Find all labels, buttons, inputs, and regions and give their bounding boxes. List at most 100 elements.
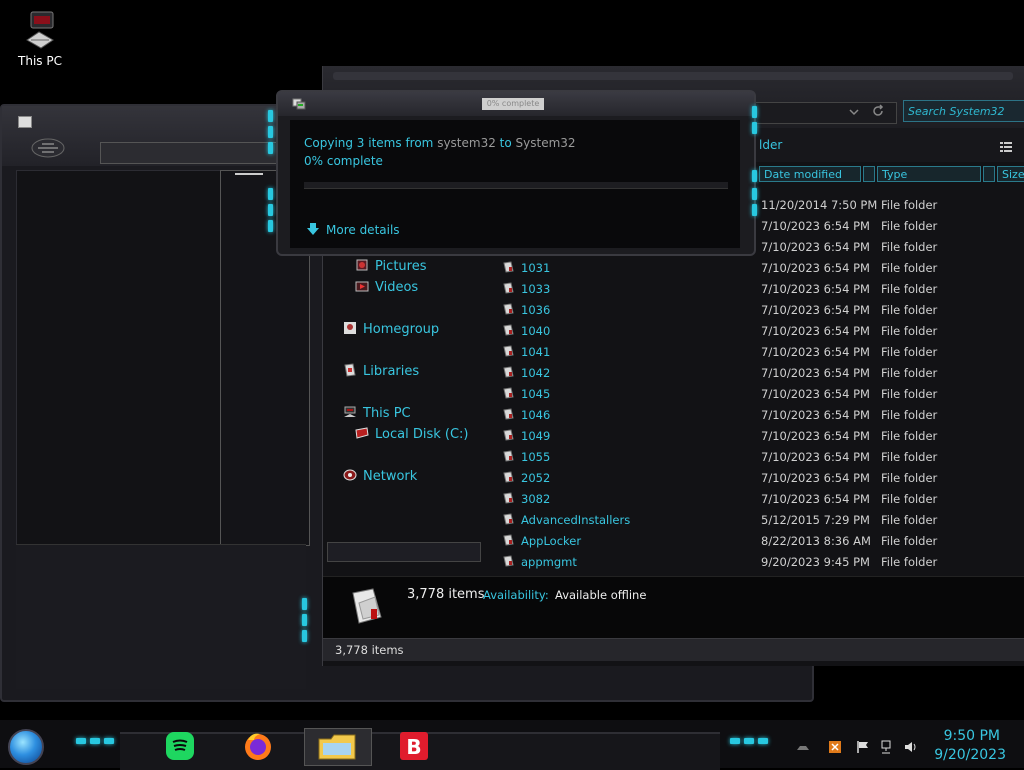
column-divider[interactable]: [983, 166, 995, 182]
desktop-icon-this-pc[interactable]: This PC: [12, 10, 68, 68]
file-name: 1042: [521, 366, 551, 380]
firefox-icon[interactable]: [242, 730, 274, 762]
background-address-bar[interactable]: [100, 142, 292, 164]
file-row[interactable]: appmgmt 9/20/2023 9:45 PM File folder: [483, 551, 1024, 572]
nav-item-this-pc[interactable]: This PC: [343, 405, 411, 421]
file-type: File folder: [881, 219, 938, 233]
videos-icon: [355, 279, 369, 293]
column-divider[interactable]: [863, 166, 875, 182]
nav-item-homegroup[interactable]: Homegroup: [343, 321, 439, 337]
folder-icon: [503, 555, 514, 567]
computer-icon: [23, 10, 57, 50]
folder-icon: [503, 429, 514, 441]
file-name: AdvancedInstallers: [521, 513, 631, 527]
pictures-icon: [355, 258, 369, 272]
taskbar: [0, 720, 1024, 770]
nav-item-pictures[interactable]: Pictures: [355, 258, 426, 274]
volume-icon[interactable]: [904, 740, 918, 754]
folder-icon: [503, 492, 514, 504]
file-type: File folder: [881, 492, 938, 506]
column-header-date-modified[interactable]: Date modified: [759, 166, 861, 182]
column-header-size[interactable]: Size: [997, 166, 1024, 182]
background-navigation-pane: [16, 170, 222, 546]
background-details-pane: [16, 544, 306, 689]
file-name: appmgmt: [521, 555, 577, 569]
file-row[interactable]: 3082 7/10/2023 6:54 PM File folder: [483, 488, 1024, 509]
details-pane: 3,778 items Availability: Available offl…: [323, 576, 1024, 639]
file-row[interactable]: 1041 7/10/2023 6:54 PM File folder: [483, 341, 1024, 362]
clock-date[interactable]: 9/20/2023: [934, 747, 1006, 763]
chevron-down-icon[interactable]: [849, 106, 859, 116]
folder-icon: [317, 733, 357, 764]
file-type: File folder: [881, 240, 938, 254]
file-date-modified: 7/10/2023 6:54 PM: [761, 282, 870, 296]
file-date-modified: 7/10/2023 6:54 PM: [761, 261, 870, 275]
file-row[interactable]: AppLocker 8/22/2013 8:36 AM File folder: [483, 530, 1024, 551]
file-row[interactable]: 1033 7/10/2023 6:54 PM File folder: [483, 278, 1024, 299]
column-header-type[interactable]: Type: [877, 166, 981, 182]
search-input[interactable]: Search System32: [903, 100, 1024, 122]
file-name: 1031: [521, 261, 551, 275]
homegroup-icon: [343, 321, 357, 335]
network-drive-icon[interactable]: [796, 740, 810, 754]
file-name: 1040: [521, 324, 551, 338]
refresh-icon[interactable]: [871, 104, 885, 118]
file-row[interactable]: 1036 7/10/2023 6:54 PM File folder: [483, 299, 1024, 320]
file-row[interactable]: 1046 7/10/2023 6:54 PM File folder: [483, 404, 1024, 425]
file-row[interactable]: 1049 7/10/2023 6:54 PM File folder: [483, 425, 1024, 446]
file-date-modified: 7/10/2023 6:54 PM: [761, 492, 870, 506]
file-row[interactable]: 1055 7/10/2023 6:54 PM File folder: [483, 446, 1024, 467]
nav-item-libraries[interactable]: Libraries: [343, 363, 419, 379]
file-row[interactable]: 1031 7/10/2023 6:54 PM File folder: [483, 257, 1024, 278]
file-type: File folder: [881, 408, 938, 422]
file-date-modified: 7/10/2023 6:54 PM: [761, 219, 870, 233]
file-row[interactable]: 1045 7/10/2023 6:54 PM File folder: [483, 383, 1024, 404]
file-row[interactable]: 1040 7/10/2023 6:54 PM File folder: [483, 320, 1024, 341]
file-type: File folder: [881, 429, 938, 443]
copy-progress-dialog[interactable]: 0% complete Copying 3 items from system3…: [268, 90, 757, 256]
nav-selection-highlight: [327, 542, 481, 562]
copy-source-link[interactable]: system32: [437, 136, 496, 150]
folder-icon: [503, 324, 514, 336]
spotify-icon[interactable]: [164, 730, 196, 762]
file-type: File folder: [881, 513, 938, 527]
view-options-icon[interactable]: [999, 140, 1013, 154]
clock-time[interactable]: 9:50 PM: [944, 728, 1000, 744]
file-date-modified: 7/10/2023 6:54 PM: [761, 366, 870, 380]
folder-icon: [503, 387, 514, 399]
file-name: 1055: [521, 450, 551, 464]
file-name: 1049: [521, 429, 551, 443]
availability-label: Availability:: [483, 588, 549, 602]
new-folder-button[interactable]: lder: [759, 138, 782, 152]
file-date-modified: 7/10/2023 6:54 PM: [761, 324, 870, 338]
java-icon[interactable]: [828, 740, 842, 754]
start-button[interactable]: [8, 729, 44, 765]
file-date-modified: 7/10/2023 6:54 PM: [761, 450, 870, 464]
copy-dialog-titlebar[interactable]: 0% complete: [278, 92, 754, 116]
flag-icon[interactable]: [856, 740, 870, 754]
folder-icon: [503, 303, 514, 315]
nav-item-local-disk[interactable]: Local Disk (C:): [355, 426, 468, 442]
file-date-modified: 7/10/2023 6:54 PM: [761, 408, 870, 422]
libraries-icon: [343, 363, 357, 377]
bitdefender-icon[interactable]: B: [398, 730, 430, 762]
file-name: 1041: [521, 345, 551, 359]
folder-thumbnail-icon: [349, 587, 385, 625]
copy-description: Copying 3 items from system32 to System3…: [304, 136, 576, 150]
copy-destination-link[interactable]: System32: [516, 136, 576, 150]
file-row[interactable]: 1042 7/10/2023 6:54 PM File folder: [483, 362, 1024, 383]
file-date-modified: 5/12/2015 7:29 PM: [761, 513, 870, 527]
file-date-modified: 7/10/2023 6:54 PM: [761, 303, 870, 317]
nav-item-videos[interactable]: Videos: [355, 279, 418, 295]
file-date-modified: 7/10/2023 6:54 PM: [761, 387, 870, 401]
file-row[interactable]: 2052 7/10/2023 6:54 PM File folder: [483, 467, 1024, 488]
file-explorer-taskbar-button[interactable]: [304, 728, 372, 766]
file-row[interactable]: AdvancedInstallers 5/12/2015 7:29 PM File …: [483, 509, 1024, 530]
nav-item-network[interactable]: Network: [343, 468, 417, 484]
network-icon[interactable]: [880, 740, 894, 754]
file-date-modified: 9/20/2023 9:45 PM: [761, 555, 870, 569]
more-details-button[interactable]: More details: [306, 222, 400, 239]
copy-percent: 0% complete: [304, 154, 383, 168]
folder-icon: [503, 471, 514, 483]
back-button-icon[interactable]: [30, 136, 66, 160]
